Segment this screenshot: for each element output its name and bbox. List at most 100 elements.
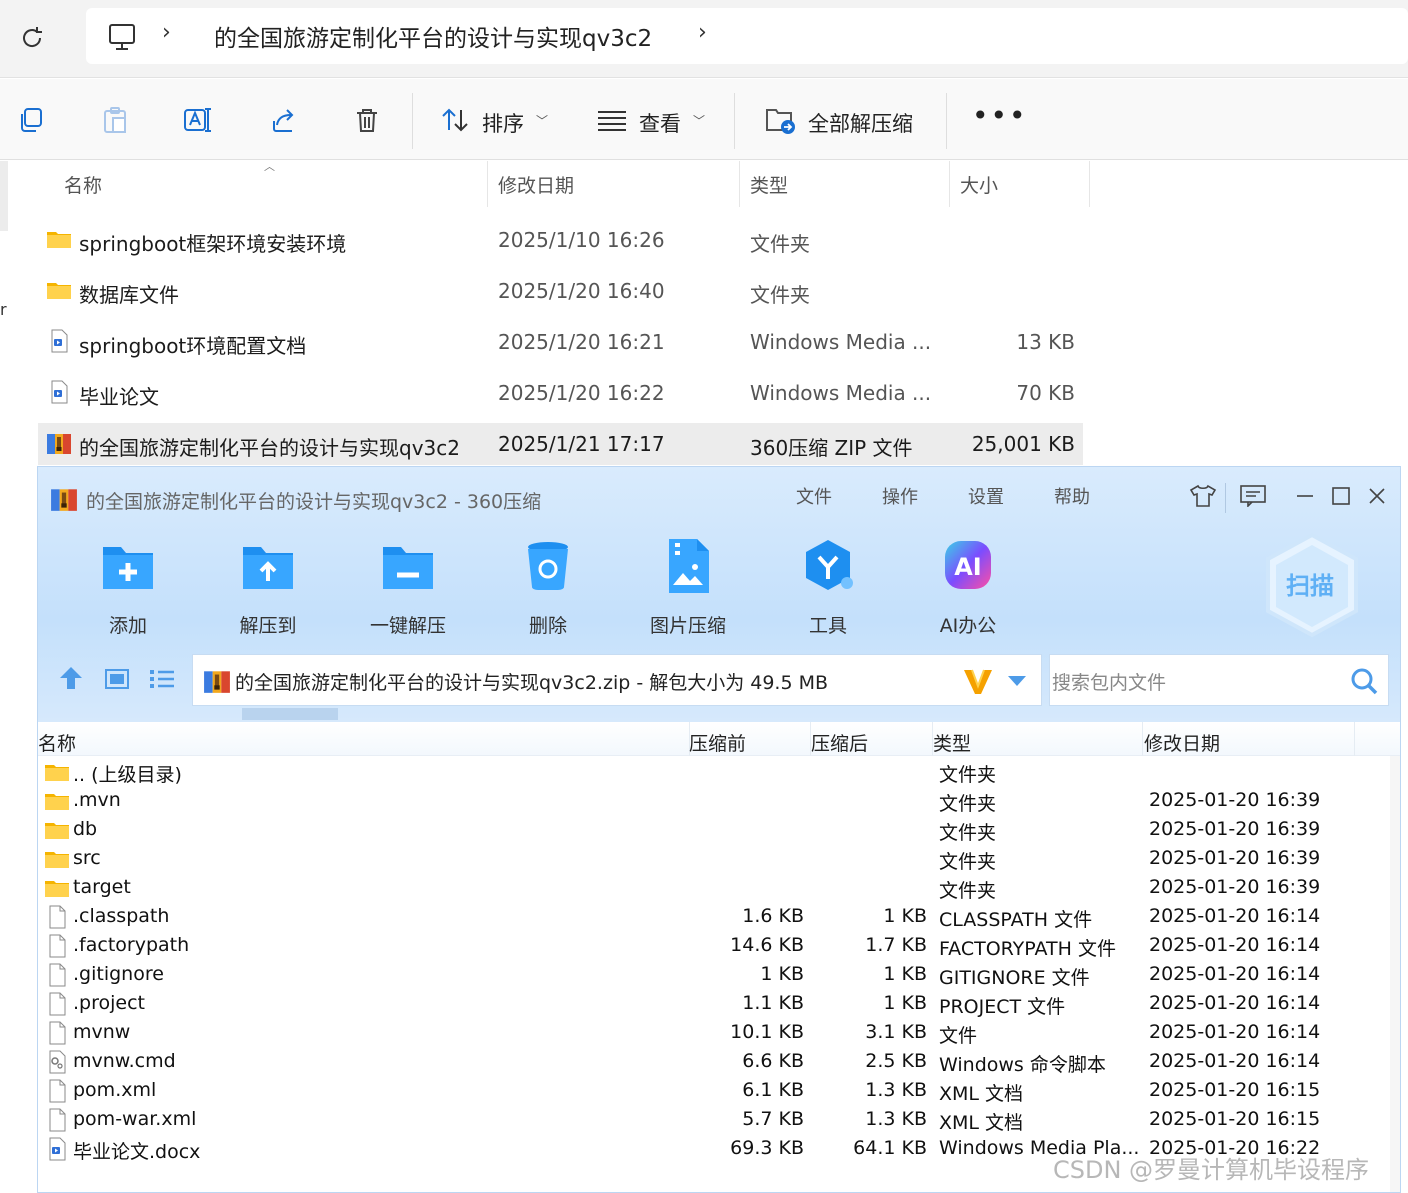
zip-column-header-type[interactable]: 类型 [933, 729, 971, 756]
chevron-down-icon[interactable] [1005, 673, 1029, 689]
chevron-right-icon[interactable]: › [698, 20, 707, 45]
zip-archive-icon [50, 485, 78, 513]
extract-all-button[interactable]: 全部解压缩 [808, 108, 913, 138]
chevron-down-icon[interactable]: ﹀ [536, 112, 548, 129]
up-arrow-icon[interactable] [58, 665, 84, 691]
delete-icon[interactable] [352, 105, 382, 135]
one-click-extract-label: 一键解压 [369, 615, 446, 637]
file-size: 25,001 KB [971, 432, 1075, 456]
column-header-size[interactable]: 大小 [950, 161, 1090, 207]
paste-icon[interactable] [100, 105, 130, 135]
archive-item-name: db [73, 818, 98, 840]
copy-icon[interactable] [16, 105, 46, 135]
maximize-icon[interactable] [1326, 481, 1356, 511]
add-button[interactable]: 添加 [68, 537, 188, 638]
delete-button[interactable]: 删除 [488, 537, 608, 638]
archive-row[interactable]: target 文件夹 2025-01-20 16:39 [38, 874, 1400, 903]
search-icon[interactable] [1350, 667, 1378, 695]
scan-button[interactable]: 扫描 [1260, 531, 1364, 641]
file-row[interactable]: springboot环境配置文档 2025/1/20 16:21 Windows M… [38, 321, 1083, 363]
blank-file-icon [44, 1021, 70, 1045]
file-type: 360压缩 ZIP 文件 [750, 436, 913, 460]
extract-to-button[interactable]: 解压到 [208, 537, 328, 638]
archive-row[interactable]: .. (上级目录) 文件夹 [38, 758, 1400, 787]
archive-row[interactable]: .mvn 文件夹 2025-01-20 16:39 [38, 787, 1400, 816]
archive-item-name: 毕业论文.docx [73, 1141, 201, 1163]
file-row[interactable]: 的全国旅游定制化平台的设计与实现qv3c2 2025/1/21 17:17 360压… [38, 423, 1083, 465]
column-divider [1354, 722, 1355, 756]
one-click-extract-button[interactable]: 一键解压 [348, 537, 468, 638]
horizontal-scroll-thumb[interactable] [242, 708, 338, 720]
file-type: 文件夹 [750, 283, 810, 307]
skin-shirt-icon[interactable] [1188, 481, 1218, 511]
archive-row[interactable]: pom-war.xml 5.7 KB 1.3 KB XML 文档 2025-01-20 … [38, 1106, 1400, 1135]
archive-item-size-after: 3.1 KB [865, 1021, 927, 1043]
archive-item-date: 2025-01-20 16:39 [1149, 876, 1321, 898]
menu-help[interactable]: 帮助 [1054, 483, 1090, 509]
ai-office-button[interactable]: AI AI办公 [908, 537, 1028, 638]
file-row[interactable]: 数据库文件 2025/1/20 16:40 文件夹 [38, 270, 1083, 312]
column-header-name[interactable]: 名称 [54, 161, 488, 207]
archive-row[interactable]: .factorypath 14.6 KB 1.7 KB FACTORYPATH 文件 2… [38, 932, 1400, 961]
sort-button[interactable]: 排序 [482, 108, 524, 138]
refresh-icon[interactable] [14, 20, 50, 56]
chevron-right-icon[interactable]: › [162, 20, 171, 45]
list-view-icon[interactable] [148, 667, 176, 691]
v-logo-icon[interactable] [961, 664, 995, 698]
view-list-icon[interactable] [597, 105, 627, 135]
more-options-button[interactable]: ••• [972, 99, 1028, 132]
menu-settings[interactable]: 设置 [968, 483, 1004, 509]
zip-column-header-after[interactable]: 压缩后 [811, 729, 868, 756]
blank-file-icon [44, 905, 70, 929]
column-header-date[interactable]: 修改日期 [488, 161, 740, 207]
archive-item-type: 文件夹 [939, 822, 997, 844]
share-icon[interactable] [268, 105, 298, 135]
image-compress-button[interactable]: 图片压缩 [628, 537, 748, 638]
explorer-toolbar: 排序 ﹀ 查看 ﹀ 全部解压缩 ••• [0, 79, 1408, 160]
file-type: 文件夹 [750, 232, 810, 256]
archive-item-name: .gitignore [73, 963, 164, 985]
vertical-scrollbar[interactable] [1390, 756, 1400, 1192]
archive-item-size-after: 1 KB [883, 963, 927, 985]
minimize-icon[interactable] [1290, 481, 1320, 511]
toolbar-divider [734, 93, 735, 149]
archive-search-box[interactable]: 搜索包内文件 [1049, 654, 1389, 706]
extract-folder-icon[interactable] [764, 105, 798, 135]
thumbnail-view-icon[interactable] [104, 667, 130, 691]
file-row[interactable]: springboot框架环境安装环境 2025/1/10 16:26 文件夹 [38, 219, 1083, 261]
view-button[interactable]: 查看 [639, 108, 681, 138]
archive-row[interactable]: src 文件夹 2025-01-20 16:39 [38, 845, 1400, 874]
archive-row[interactable]: .classpath 1.6 KB 1 KB CLASSPATH 文件 2025-01-… [38, 903, 1400, 932]
folder-icon [44, 789, 70, 813]
close-icon[interactable] [1362, 481, 1392, 511]
column-header-type[interactable]: 类型 [740, 161, 950, 207]
blank-file-icon [44, 1108, 70, 1132]
search-input[interactable]: 搜索包内文件 [1052, 668, 1166, 695]
tools-button[interactable]: 工具 [768, 537, 888, 638]
address-path[interactable]: 的全国旅游定制化平台的设计与实现qv3c2 [214, 19, 652, 53]
sort-icon[interactable] [440, 105, 470, 135]
archive-row[interactable]: .gitignore 1 KB 1 KB GITIGNORE 文件 2025-01-20… [38, 961, 1400, 990]
archive-item-date: 2025-01-20 16:14 [1149, 905, 1321, 927]
archive-path-box[interactable]: 的全国旅游定制化平台的设计与实现qv3c2.zip - 解包大小为 49.5 M… [192, 654, 1042, 706]
archive-row[interactable]: mvnw 10.1 KB 3.1 KB 文件 2025-01-20 16:14 [38, 1019, 1400, 1048]
archive-row[interactable]: db 文件夹 2025-01-20 16:39 [38, 816, 1400, 845]
archive-item-date: 2025-01-20 16:14 [1149, 1050, 1321, 1072]
feedback-icon[interactable] [1238, 481, 1268, 511]
file-size: 70 KB [1016, 381, 1075, 405]
archive-path-text: 的全国旅游定制化平台的设计与实现qv3c2.zip - 解包大小为 49.5 M… [235, 672, 829, 694]
menu-operate[interactable]: 操作 [882, 483, 918, 509]
archive-row[interactable]: .project 1.1 KB 1 KB PROJECT 文件 2025-01-20 1… [38, 990, 1400, 1019]
computer-icon[interactable] [104, 20, 140, 54]
zip-column-header-before[interactable]: 压缩前 [689, 729, 746, 756]
rename-icon[interactable] [183, 105, 213, 135]
archive-row[interactable]: pom.xml 6.1 KB 1.3 KB XML 文档 2025-01-20 16:1… [38, 1077, 1400, 1106]
file-row[interactable]: 毕业论文 2025/1/20 16:22 Windows Media ... 70 K… [38, 372, 1083, 414]
archive-item-name: .. (上级目录) [73, 764, 182, 786]
zip-column-header-name[interactable]: 名称 [38, 729, 76, 756]
zip-column-header-date[interactable]: 修改日期 [1144, 729, 1220, 756]
chevron-down-icon[interactable]: ﹀ [693, 112, 705, 129]
archive-item-size-after: 2.5 KB [865, 1050, 927, 1072]
menu-file[interactable]: 文件 [796, 483, 832, 509]
archive-row[interactable]: mvnw.cmd 6.6 KB 2.5 KB Windows 命令脚本 2025-01-… [38, 1048, 1400, 1077]
